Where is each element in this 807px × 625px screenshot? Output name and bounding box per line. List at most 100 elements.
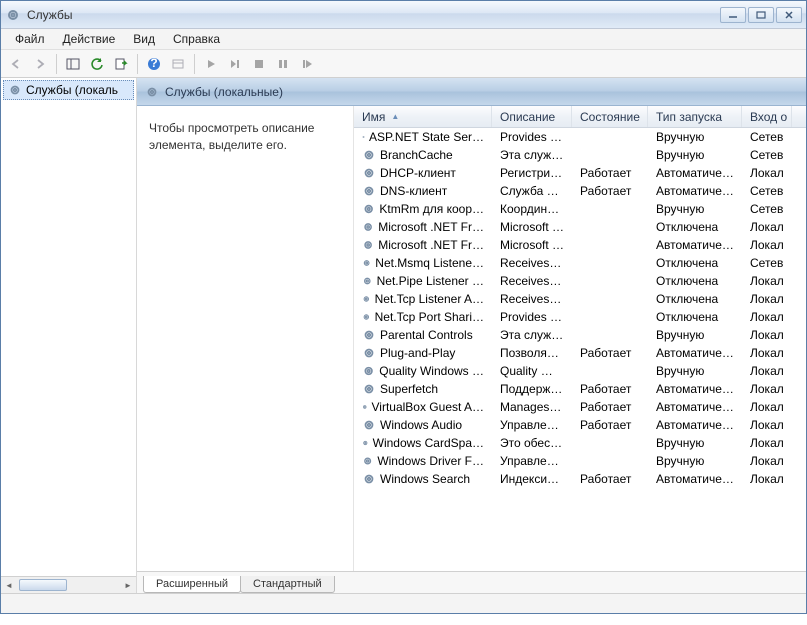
cell-description: Receives a… [492,274,572,288]
service-row[interactable]: VirtualBox Guest A…Manages V…РаботаетАвт… [354,398,806,416]
nextstart-service-button[interactable] [224,53,246,75]
pause-service-button[interactable] [272,53,294,75]
service-row[interactable]: Parental ControlsЭта служб…ВручнуюЛокал [354,326,806,344]
cell-logon: Локал [742,382,792,396]
back-button[interactable] [5,53,27,75]
service-row-icon [362,436,369,450]
cell-description: Координи… [492,202,572,216]
service-row-icon [362,148,376,162]
cell-description: Microsoft … [492,220,572,234]
cell-description: Регистрир… [492,166,572,180]
cell-startup-type: Отключена [648,292,742,306]
service-row[interactable]: Net.Tcp Port Shari…Provides a…ОтключенаЛ… [354,308,806,326]
service-row-icon [362,292,371,306]
tree-node-label: Службы (локаль [26,83,118,97]
cell-startup-type: Автоматиче… [648,238,742,252]
service-row-icon [362,454,373,468]
export-list-button[interactable] [110,53,132,75]
cell-name: Net.Tcp Port Shari… [354,310,492,324]
cell-name: BranchCache [354,148,492,162]
nav-hscrollbar[interactable]: ◄ ► [1,576,136,593]
menu-view[interactable]: Вид [125,30,163,48]
scroll-thumb[interactable] [19,579,67,591]
service-row[interactable]: Windows Driver F…Управлен…ВручнуюЛокал [354,452,806,470]
menu-action[interactable]: Действие [55,30,124,48]
service-row[interactable]: Microsoft .NET Fr…Microsoft …Автоматиче…… [354,236,806,254]
cell-startup-type: Автоматиче… [648,346,742,360]
forward-button[interactable] [29,53,51,75]
stop-service-button[interactable] [248,53,270,75]
maximize-button[interactable] [748,7,774,23]
cell-state: Работает [572,472,648,486]
cell-startup-type: Отключена [648,220,742,234]
cell-startup-type: Отключена [648,256,742,270]
service-row[interactable]: Net.Pipe Listener …Receives a…ОтключенаЛ… [354,272,806,290]
cell-name: Windows CardSpa… [354,436,492,450]
cell-logon: Сетев [742,184,792,198]
service-row[interactable]: Plug-and-PlayПозволяет…РаботаетАвтоматич… [354,344,806,362]
service-row[interactable]: Quality Windows …Quality Wi…ВручнуюЛокал [354,362,806,380]
cell-startup-type: Вручную [648,130,742,144]
cell-logon: Локал [742,292,792,306]
menu-file[interactable]: Файл [7,30,53,48]
description-text: Чтобы просмотреть описание элемента, выд… [149,120,341,155]
tree-node-services-local[interactable]: Службы (локаль [3,80,134,100]
cell-state: Работает [572,418,648,432]
main-header: Службы (локальные) [137,78,806,106]
scroll-left-arrow[interactable]: ◄ [1,577,17,593]
scroll-right-arrow[interactable]: ► [120,577,136,593]
properties-button[interactable] [167,53,189,75]
cell-description: Receives a… [492,256,572,270]
cell-startup-type: Отключена [648,310,742,324]
main-pane: Службы (локальные) Чтобы просмотреть опи… [137,78,806,593]
service-row[interactable]: Net.Msmq Listene…Receives a…ОтключенаСет… [354,254,806,272]
minimize-button[interactable] [720,7,746,23]
service-row-icon [362,400,368,414]
restart-service-button[interactable] [296,53,318,75]
service-row-icon [362,256,371,270]
service-row[interactable]: SuperfetchПоддержи…РаботаетАвтоматиче…Ло… [354,380,806,398]
cell-description: Provides s… [492,130,572,144]
column-startup-type[interactable]: Тип запуска [648,106,742,127]
service-row[interactable]: Windows AudioУправлен…РаботаетАвтоматиче… [354,416,806,434]
service-row-icon [362,364,375,378]
client-area: Службы (локаль ◄ ► Службы (локальные) Чт… [1,78,806,593]
column-description[interactable]: Описание [492,106,572,127]
cell-startup-type: Автоматиче… [648,418,742,432]
refresh-button[interactable] [86,53,108,75]
service-row-icon [362,418,376,432]
cell-name: Quality Windows … [354,364,492,378]
service-row[interactable]: ASP.NET State Ser…Provides s…ВручнуюСете… [354,128,806,146]
tab-extended[interactable]: Расширенный [143,576,241,593]
service-row[interactable]: KtmRm для коор…Координи…ВручнуюСетев [354,200,806,218]
service-row[interactable]: Microsoft .NET Fr…Microsoft …ОтключенаЛо… [354,218,806,236]
column-logon[interactable]: Вход о [742,106,792,127]
cell-state: Работает [572,382,648,396]
cell-startup-type: Автоматиче… [648,184,742,198]
service-row-icon [362,472,376,486]
start-service-button[interactable] [200,53,222,75]
service-row-icon [362,310,371,324]
cell-name: Windows Search [354,472,492,486]
cell-state: Работает [572,166,648,180]
service-row[interactable]: Windows SearchИндексир…РаботаетАвтоматич… [354,470,806,488]
cell-startup-type: Вручную [648,436,742,450]
service-row-icon [362,274,373,288]
show-hide-tree-button[interactable] [62,53,84,75]
column-headers: Имя▲ Описание Состояние Тип запуска Вход… [354,106,806,128]
description-pane: Чтобы просмотреть описание элемента, выд… [137,106,353,571]
service-row[interactable]: BranchCacheЭта служб…ВручнуюСетев [354,146,806,164]
column-name[interactable]: Имя▲ [354,106,492,127]
help-button[interactable]: ? [143,53,165,75]
close-button[interactable] [776,7,802,23]
service-row[interactable]: DNS-клиентСлужба D…РаботаетАвтоматиче…Се… [354,182,806,200]
column-state[interactable]: Состояние [572,106,648,127]
service-row[interactable]: Net.Tcp Listener A…Receives a…ОтключенаЛ… [354,290,806,308]
service-row[interactable]: DHCP-клиентРегистрир…РаботаетАвтоматиче…… [354,164,806,182]
tab-standard[interactable]: Стандартный [240,576,335,593]
service-row[interactable]: Windows CardSpa…Это обесп…ВручнуюЛокал [354,434,806,452]
cell-description: Microsoft … [492,238,572,252]
menu-help[interactable]: Справка [165,30,228,48]
cell-description: Позволяет… [492,346,572,360]
cell-state: Работает [572,346,648,360]
